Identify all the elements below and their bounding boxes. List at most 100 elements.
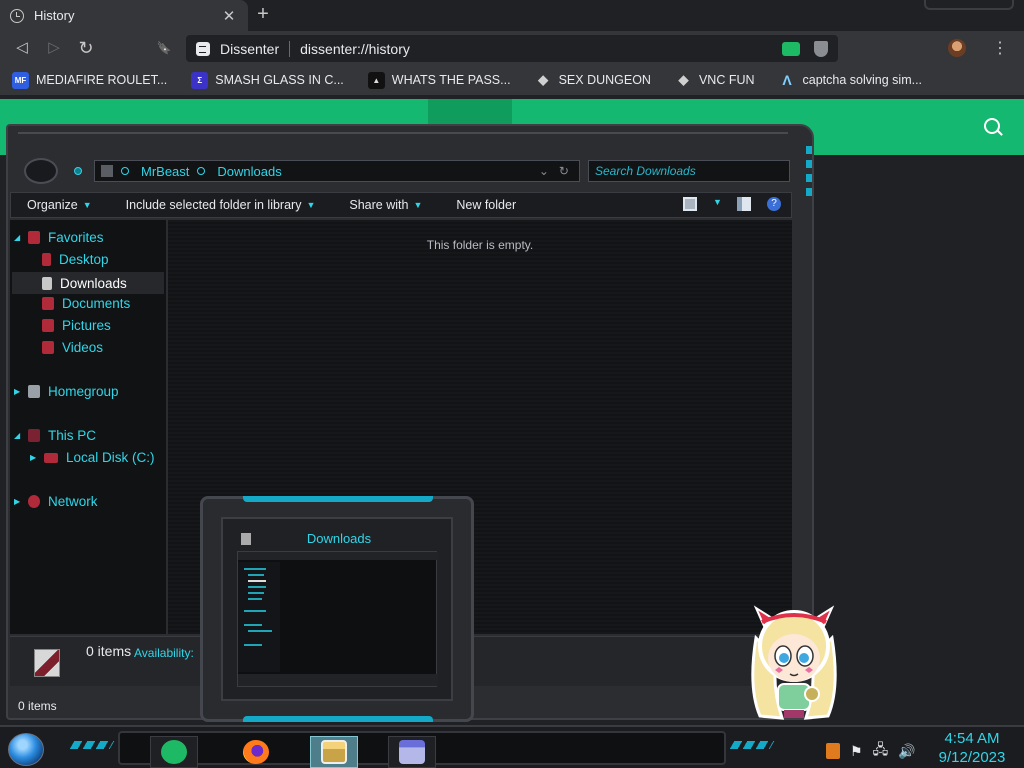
chevron-down-icon[interactable]: ▼ [713, 197, 722, 211]
tree-label: Pictures [62, 318, 111, 333]
dissenter-extension-icon[interactable] [782, 41, 800, 56]
downloads-folder-icon [42, 276, 52, 290]
homegroup-icon [28, 385, 40, 398]
bookmark-label: VNC FUN [698, 73, 755, 87]
taskbar-app-explorer[interactable] [310, 736, 358, 768]
change-view-icon[interactable] [683, 197, 697, 211]
bookmark-button[interactable]: 🔖 [154, 38, 174, 58]
window-frame-decoration [243, 716, 433, 722]
tree-label: Homegroup [48, 384, 119, 399]
new-folder-button[interactable]: New folder [456, 198, 516, 212]
view-controls: ▼ ? [683, 197, 781, 211]
volume-icon[interactable]: 🔊 [898, 743, 915, 760]
window-frame-decoration [18, 132, 788, 138]
expand-arrow-icon[interactable]: ▶ [14, 497, 22, 506]
clock[interactable]: 4:54 AM 9/12/2023 [928, 729, 1016, 767]
tray-app-icon[interactable] [826, 743, 840, 759]
tree-label: Desktop [59, 252, 109, 267]
taskbar-app-notes[interactable] [150, 736, 198, 768]
tree-item-pictures[interactable]: Pictures [42, 318, 111, 333]
tree-item-downloads[interactable]: Downloads [12, 272, 164, 294]
tree-label: Network [48, 494, 98, 509]
thumbnail-title: Downloads [306, 531, 372, 546]
bookmark-item[interactable]: Λ captcha solving sim... [779, 72, 922, 89]
search-downloads-input[interactable]: Search Downloads [588, 160, 790, 182]
captcha-icon: Λ [782, 72, 792, 88]
search-icon[interactable] [984, 118, 1000, 134]
shield-icon[interactable] [814, 40, 828, 57]
clock-time: 4:54 AM [944, 730, 1000, 747]
site-name: Dissenter [220, 40, 280, 57]
bookmark-item[interactable]: ▲ WHATS THE PASS... [367, 71, 511, 89]
tree-label: Local Disk (C:) [66, 450, 155, 465]
bookmark-item[interactable]: ◆ SEX DUNGEON [535, 72, 651, 89]
tree-item-homegroup[interactable]: ▶ Homegroup [14, 384, 119, 399]
recent-locations-button[interactable] [74, 167, 82, 175]
chevron-down-icon: ▼ [413, 200, 423, 210]
include-in-library-button[interactable]: Include selected folder in library ▼ [126, 198, 316, 212]
expand-arrow-icon[interactable]: ◢ [14, 233, 22, 242]
desktop-icon [42, 253, 51, 266]
tree-item-videos[interactable]: Videos [42, 340, 103, 355]
tab-close-button[interactable]: ✕ [220, 7, 238, 25]
browser-menu-button[interactable]: ⋮ [992, 38, 1008, 58]
flag-icon[interactable]: ⚑ [850, 743, 863, 760]
start-button[interactable] [8, 733, 44, 766]
chevron-down-icon: ▼ [82, 200, 92, 210]
taskbar-app-window[interactable] [388, 736, 436, 768]
back-button[interactable]: ◁ [12, 38, 32, 58]
expand-arrow-icon[interactable]: ▶ [14, 387, 22, 396]
window-app-icon [399, 740, 425, 764]
empty-folder-message: This folder is empty. [426, 238, 534, 252]
preview-pane-icon[interactable] [737, 197, 751, 211]
network-icon[interactable]: 🖧 [873, 739, 889, 763]
tree-item-network[interactable]: ▶ Network [14, 494, 98, 509]
address-dropdown-refresh[interactable]: ⌄ ↻ [539, 164, 569, 178]
organize-label: Organize [27, 198, 78, 212]
new-folder-label: New folder [456, 198, 517, 212]
tree-item-this-pc[interactable]: ◢ This PC [14, 428, 96, 443]
taskbar-app-firefox[interactable] [232, 736, 280, 768]
expand-arrow-icon[interactable]: ◢ [14, 431, 22, 440]
folder-thumbnail-icon [34, 649, 60, 677]
share-with-label: Share with [349, 198, 409, 212]
breadcrumb-user[interactable]: MrBeast [141, 164, 189, 179]
address-breadcrumb[interactable]: MrBeast Downloads ⌄ ↻ [94, 160, 580, 182]
vnc-icon: ◆ [678, 72, 689, 87]
tab-strip: History ✕ + [0, 0, 1024, 31]
tree-label: Downloads [60, 275, 127, 291]
tab-title: History [34, 8, 75, 23]
tree-item-desktop[interactable]: Desktop [42, 252, 109, 267]
site-info-icon[interactable] [196, 41, 210, 56]
tree-item-favorites[interactable]: ◢ Favorites [14, 230, 104, 245]
window-frame-decoration [69, 741, 115, 749]
help-icon[interactable]: ? [767, 197, 781, 211]
share-with-button[interactable]: Share with ▼ [349, 198, 422, 212]
window-preview-image [237, 551, 438, 687]
profile-avatar[interactable] [948, 39, 966, 57]
url-text[interactable]: dissenter://history [300, 41, 782, 57]
firefox-icon [243, 740, 269, 764]
reload-button[interactable]: ↻ [76, 38, 96, 58]
tab-history[interactable]: History ✕ [0, 0, 248, 31]
back-button[interactable] [24, 158, 58, 184]
tree-item-local-disk[interactable]: ▶ Local Disk (C:) [30, 450, 155, 465]
organize-button[interactable]: Organize ▼ [27, 198, 92, 212]
tree-label: Documents [62, 296, 131, 311]
new-tab-button[interactable]: + [252, 4, 274, 26]
expand-arrow-icon[interactable]: ▶ [30, 453, 38, 462]
tree-item-documents[interactable]: Documents [42, 296, 130, 311]
breadcrumb-downloads[interactable]: Downloads [217, 164, 281, 179]
disk-icon [44, 452, 58, 463]
taskbar-thumbnail-preview[interactable]: Downloads [200, 496, 474, 722]
history-icon [10, 8, 24, 23]
breadcrumb-separator-icon [121, 167, 129, 175]
forward-button[interactable]: ▷ [44, 38, 64, 58]
smash-icon: Σ [191, 71, 209, 89]
bookmark-item[interactable]: Σ SMASH GLASS IN C... [191, 71, 344, 89]
item-count: 0 items [86, 643, 132, 659]
bookmark-item[interactable]: MF MEDIAFIRE ROULET... [12, 71, 167, 89]
bookmark-item[interactable]: ◆ VNC FUN [675, 72, 755, 89]
bookmark-label: WHATS THE PASS... [391, 73, 511, 87]
address-bar[interactable]: Dissenter dissenter://history [186, 35, 838, 62]
